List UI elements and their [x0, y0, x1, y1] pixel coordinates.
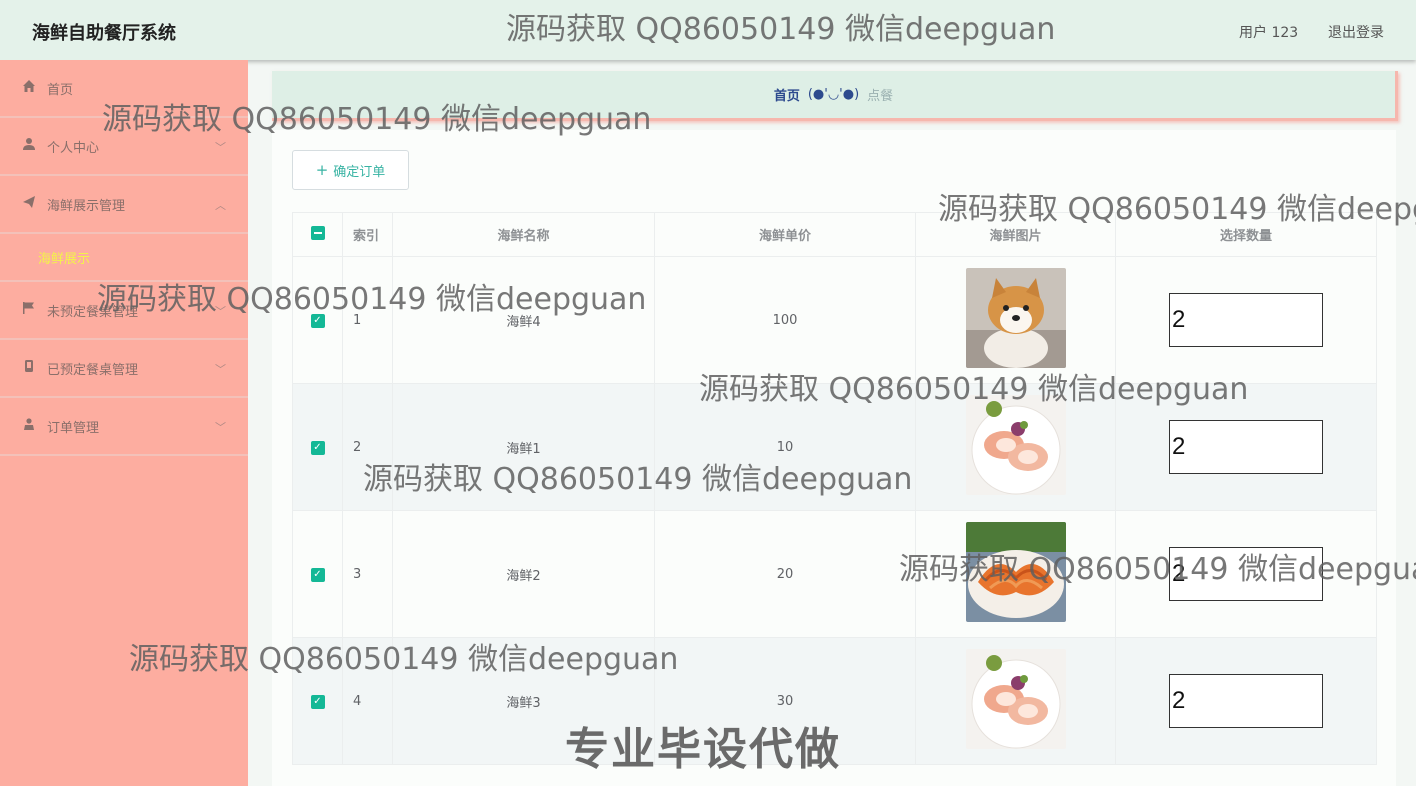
breadcrumb: 首页 (●'◡'●) 点餐 — [272, 71, 1398, 121]
sidebar-item-label: 海鲜展示管理 — [47, 198, 126, 214]
checkbox-cell: ✓ — [292, 256, 343, 384]
index-cell: 4 — [342, 637, 393, 765]
price-cell: 100 — [654, 256, 916, 384]
sidebar-item-personal[interactable]: 个人中心 ﹀ — [0, 118, 248, 176]
quantity-cell — [1115, 510, 1377, 638]
checkbox-cell: ✓ — [292, 637, 343, 765]
scallop-plate-photo — [965, 395, 1066, 495]
user-icon — [22, 137, 40, 155]
quantity-input[interactable] — [1169, 674, 1323, 728]
breadcrumb-home[interactable]: 首页 — [774, 85, 800, 104]
table-row: ✓ 2 海鲜1 10 — [292, 383, 1377, 511]
table-row: ✓ 3 海鲜2 20 — [292, 510, 1377, 638]
shiba-dog-photo — [965, 268, 1066, 368]
logout-link[interactable]: 退出登录 — [1328, 22, 1384, 42]
row-checkbox[interactable]: ✓ — [310, 568, 325, 582]
name-cell: 海鲜2 — [392, 510, 655, 638]
sidebar-item-home[interactable]: 首页 — [0, 60, 248, 118]
order-panel: + 确定订单 索引 海鲜名称 海鲜单价 海鲜图片 选择数量 ✓ 1 海鲜4 10… — [272, 130, 1396, 786]
plus-icon: + — [315, 161, 329, 179]
table-header-row: 索引 海鲜名称 海鲜单价 海鲜图片 选择数量 — [292, 212, 1377, 257]
table-row: ✓ 1 海鲜4 100 — [292, 256, 1377, 384]
checkbox-cell: ✓ — [292, 383, 343, 511]
current-user[interactable]: 用户 123 — [1239, 22, 1298, 42]
chevron-down-icon: ﹀ — [215, 305, 226, 318]
send-icon — [22, 195, 40, 213]
select-all-cell — [292, 212, 343, 257]
sidebar-item-label: 未预定餐桌管理 — [47, 304, 139, 320]
name-cell: 海鲜1 — [392, 383, 655, 511]
column-header-image: 海鲜图片 — [915, 212, 1116, 257]
image-cell — [915, 256, 1116, 384]
shrimp-plate-photo — [965, 522, 1066, 622]
sidebar-item-label: 已预定餐桌管理 — [47, 362, 139, 378]
index-cell: 2 — [342, 383, 393, 511]
index-cell: 1 — [342, 256, 393, 384]
scallop-plate-photo — [965, 649, 1066, 749]
column-header-index: 索引 — [342, 212, 393, 257]
price-cell: 20 — [654, 510, 916, 638]
home-icon — [22, 79, 40, 97]
chevron-down-icon: ﹀ — [215, 141, 226, 154]
promo-banner: 专业毕设代做 — [565, 724, 841, 775]
column-header-price: 海鲜单价 — [654, 212, 916, 257]
row-checkbox[interactable]: ✓ — [310, 314, 325, 328]
quantity-cell — [1115, 637, 1377, 765]
image-cell — [915, 383, 1116, 511]
seafood-table: 索引 海鲜名称 海鲜单价 海鲜图片 选择数量 ✓ 1 海鲜4 100 2 ✓ 2… — [292, 212, 1377, 765]
select-all-checkbox[interactable] — [310, 225, 325, 240]
quantity-input[interactable] — [1169, 293, 1323, 347]
sidebar-item-label: 首页 — [47, 82, 74, 98]
image-cell — [915, 637, 1116, 765]
submenu-seafood-display[interactable]: 海鲜展示 — [0, 234, 248, 282]
confirm-order-label: 确定订单 — [333, 164, 386, 180]
phone-icon — [22, 359, 40, 377]
row-checkbox[interactable]: ✓ — [310, 441, 325, 455]
sidebar-item-booked-tables[interactable]: 已预定餐桌管理 ﹀ — [0, 340, 248, 398]
image-cell — [915, 510, 1116, 638]
column-header-quantity: 选择数量 — [1115, 212, 1377, 257]
sidebar-item-label: 个人中心 — [47, 140, 100, 156]
breadcrumb-current: 点餐 — [867, 89, 894, 104]
flag-icon — [22, 301, 40, 319]
quantity-cell — [1115, 383, 1377, 511]
row-checkbox[interactable]: ✓ — [310, 695, 325, 709]
chevron-up-icon: ︿ — [215, 199, 226, 212]
quantity-input[interactable] — [1169, 547, 1323, 601]
main-content: 首页 (●'◡'●) 点餐 + 确定订单 索引 海鲜名称 海鲜单价 海鲜图片 选… — [272, 60, 1416, 786]
quantity-cell — [1115, 256, 1377, 384]
price-cell: 10 — [654, 383, 916, 511]
index-cell: 3 — [342, 510, 393, 638]
name-cell: 海鲜4 — [392, 256, 655, 384]
sidebar: 首页 个人中心 ﹀ 海鲜展示管理 ︿ 海鲜展示 未预定餐桌管理 ﹀ 已预定餐桌管… — [0, 60, 248, 786]
sidebar-item-label: 订单管理 — [47, 420, 100, 436]
sidebar-item-unbooked-tables[interactable]: 未预定餐桌管理 ﹀ — [0, 282, 248, 340]
confirm-order-button[interactable]: + 确定订单 — [292, 150, 409, 190]
breadcrumb-face: (●'◡'●) — [807, 87, 860, 102]
chevron-down-icon: ﹀ — [215, 421, 226, 434]
checkbox-cell: ✓ — [292, 510, 343, 638]
quantity-input[interactable] — [1169, 420, 1323, 474]
column-header-name: 海鲜名称 — [392, 212, 655, 257]
app-title: 海鲜自助餐厅系统 — [32, 23, 176, 44]
sidebar-item-orders[interactable]: 订单管理 ﹀ — [0, 398, 248, 456]
top-header: 海鲜自助餐厅系统 用户 123 退出登录 — [0, 0, 1416, 60]
sidebar-item-seafood[interactable]: 海鲜展示管理 ︿ — [0, 176, 248, 234]
chevron-down-icon: ﹀ — [215, 363, 226, 376]
person-icon — [22, 417, 40, 435]
